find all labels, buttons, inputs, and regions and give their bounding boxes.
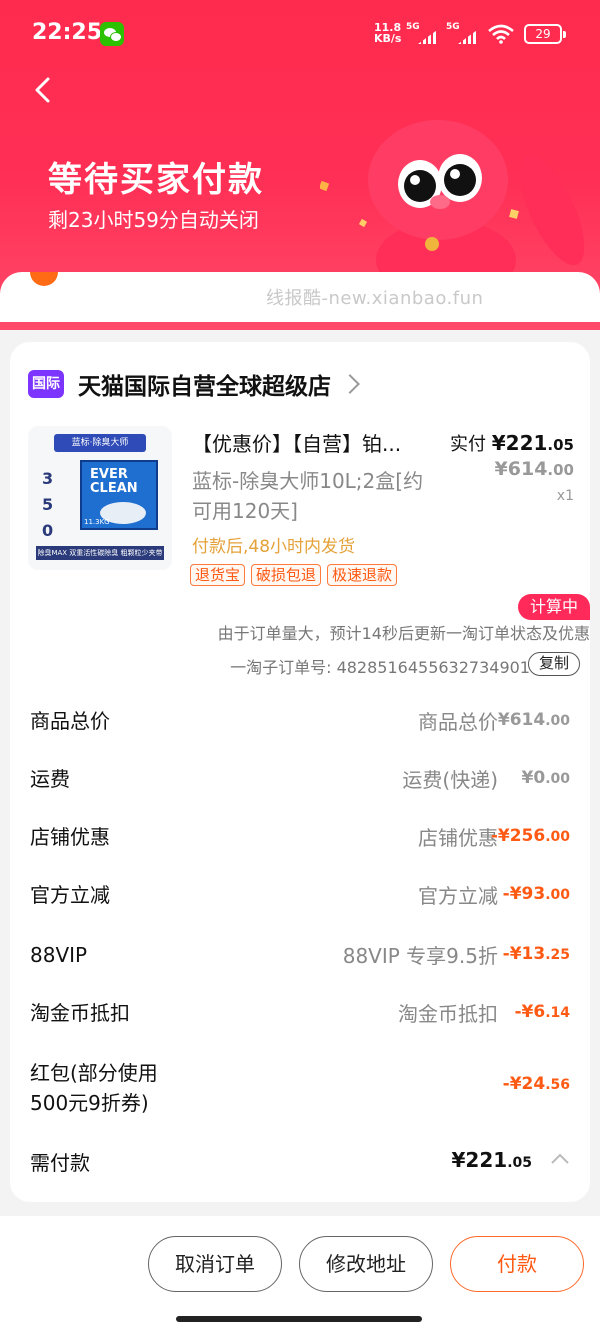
tmall-global-icon: 国际 [28,370,64,398]
wechat-notification-icon [100,22,124,46]
back-arrow-icon[interactable] [28,74,60,106]
product-title[interactable]: 【优惠价】【自营】铂... [192,428,442,457]
product-image-footer: 除臭MAX 双重活性碳除臭 粗颗粒少夹带 [36,546,164,560]
fee-row-goods-total: 商品总价 商品总价 ¥614.00 [30,709,570,734]
tag-damage-return: 破损包退 [251,564,322,586]
shop-header[interactable]: 国际 天猫国际自营全球超级店 [28,366,360,402]
product-image-header: 蓝标·除臭大师 [54,434,146,452]
product-image-numbers: 3 5 0 [42,469,54,540]
quantity: x1 [556,488,574,504]
edit-address-button[interactable]: 修改地址 [299,1236,433,1292]
fee-row-shipping: 运费 运费(快递) ¥0.00 [30,767,570,792]
status-bar: 22:25 11.8 KB/s 5G 5G 29 [0,0,600,66]
original-price: ¥614.00 [494,458,574,480]
product-image[interactable]: 蓝标·除臭大师 3 5 0 EVER CLEAN 11.3KG 除臭MAX 双重… [28,426,172,570]
home-indicator[interactable] [176,1316,422,1322]
fee-row-red-packet: 红包(部分使用500元9折券) -¥24.56 [30,1061,570,1115]
product-box-graphic: EVER CLEAN 11.3KG [80,460,158,530]
chevron-up-icon[interactable] [550,1152,570,1166]
product-spec: 蓝标-除臭大师10L;2盒[约可用120天] [192,469,424,523]
wifi-icon [488,24,514,44]
chevron-right-icon [340,374,360,394]
bottom-action-bar: 取消订单 修改地址 付款 [0,1216,600,1335]
fee-row-taojinbi: 淘金币抵扣 淘金币抵扣 -¥6.14 [30,1001,570,1026]
brand-logo: EVER CLEAN [90,467,138,496]
tag-fast-refund: 极速退款 [327,564,398,586]
service-tags: 退货宝 破损包退 极速退款 [190,564,398,586]
signal-icon-sim1: 5G [406,22,440,44]
total-payable-row[interactable]: 需付款 ¥221.05 [30,1142,570,1182]
watermark: 线报酷-new.xianbao.fun [266,288,484,309]
network-speed: 11.8 KB/s [374,21,402,45]
fee-row-official-discount: 官方立减 官方立减 -¥93.00 [30,883,570,908]
fee-row-shop-discount: 店铺优惠 店铺优惠 -¥256.00 [30,825,570,850]
order-update-notice: 由于订单量大，预计14秒后更新一淘订单状态及优惠 [217,624,590,643]
clock: 22:25 [32,20,103,45]
shop-name: 天猫国际自营全球超级店 [78,374,331,400]
cancel-order-button[interactable]: 取消订单 [148,1236,282,1292]
order-card: 国际 天猫国际自营全球超级店 蓝标·除臭大师 3 5 0 EVER CLEAN … [10,342,590,1202]
paid-price: 实付 ¥221.05 [450,431,574,455]
sub-order-number: 一淘子订单号: 4828516455632734901 [230,658,530,677]
tag-return-insurance: 退货宝 [190,564,246,586]
weight-label: 11.3KG [84,518,110,526]
fee-row-88vip: 88VIP 88VIP 专享9.5折 -¥13.25 [30,943,570,968]
copy-button[interactable]: 复制 [528,652,580,676]
auto-close-countdown: 剩23小时59分自动关闭 [48,208,259,232]
location-icon [30,272,58,286]
battery-icon: 29 [524,24,566,44]
page-title: 等待买家付款 [48,160,264,200]
mascot-illustration [320,120,585,280]
signal-icon-sim2: 5G [446,22,480,44]
shipping-promise: 付款后,48小时内发货 [192,537,356,557]
pay-button[interactable]: 付款 [450,1236,584,1292]
calculating-badge: 计算中 [517,594,590,620]
